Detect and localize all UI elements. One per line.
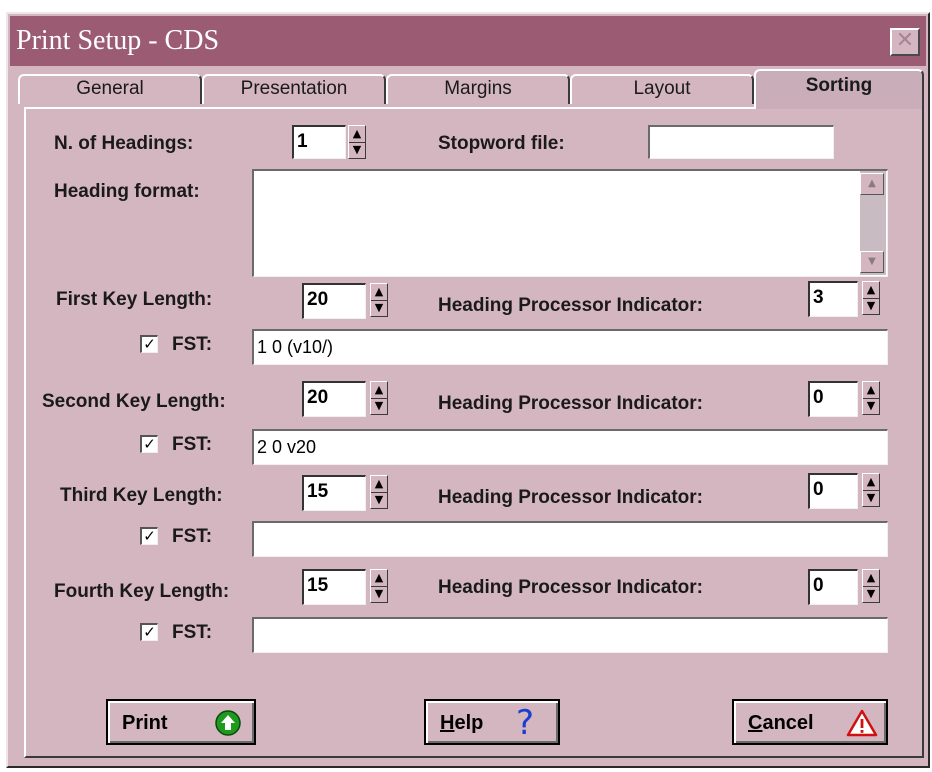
third-key-indicator-input[interactable]: 0 <box>808 473 858 509</box>
third-key-indicator-spinner[interactable]: ▲ ▼ <box>862 473 880 507</box>
close-icon: ✕ <box>895 28 915 53</box>
spin-up-icon[interactable]: ▲ <box>863 474 879 491</box>
spin-down-icon[interactable]: ▼ <box>371 492 387 508</box>
third-key-indicator-label: Heading Processor Indicator: <box>438 487 704 508</box>
help-button-label: Help <box>440 712 483 735</box>
third-key-fst-checkbox[interactable]: ✓ <box>140 527 158 545</box>
sorting-panel: N. of Headings: 1 ▲ ▼ Stopword file: Hea… <box>24 107 924 758</box>
second-key-length-spinner[interactable]: ▲ ▼ <box>370 381 388 415</box>
headings-count-label: N. of Headings: <box>54 133 194 154</box>
stopword-input[interactable] <box>648 125 834 159</box>
tab-label: Layout <box>633 78 691 99</box>
close-button[interactable]: ✕ <box>890 28 920 56</box>
fourth-key-indicator-input[interactable]: 0 <box>808 569 858 605</box>
tab-presentation[interactable]: Presentation <box>202 74 386 104</box>
spin-up-icon[interactable]: ▲ <box>371 284 387 301</box>
spin-down-icon[interactable]: ▼ <box>371 398 387 414</box>
spin-up-icon[interactable]: ▲ <box>349 126 365 143</box>
warning-triangle-icon <box>846 709 878 737</box>
spin-up-icon[interactable]: ▲ <box>863 570 879 587</box>
stopword-label: Stopword file: <box>438 133 565 154</box>
spin-up-icon[interactable]: ▲ <box>863 382 879 399</box>
cancel-button[interactable]: Cancel <box>732 699 888 745</box>
third-key-length-spinner[interactable]: ▲ ▼ <box>370 475 388 509</box>
title-bar: Print Setup - CDS ✕ <box>10 16 926 66</box>
tab-label: Sorting <box>805 75 873 96</box>
first-key-fst-checkbox[interactable]: ✓ <box>140 335 158 353</box>
fourth-key-length-spinner[interactable]: ▲ ▼ <box>370 569 388 603</box>
headings-count-spinner[interactable]: ▲ ▼ <box>348 125 366 159</box>
first-key-indicator-input[interactable]: 3 <box>808 281 858 317</box>
second-key-fst-checkbox[interactable]: ✓ <box>140 435 158 453</box>
tab-general[interactable]: General <box>18 74 202 104</box>
spin-down-icon[interactable]: ▼ <box>863 298 879 314</box>
print-button-label: Print <box>122 712 168 734</box>
second-key-fst-label: FST: <box>172 434 213 455</box>
tab-layout[interactable]: Layout <box>570 74 754 104</box>
first-key-length-label: First Key Length: <box>56 289 213 310</box>
headings-count-input[interactable]: 1 <box>292 125 346 159</box>
first-key-length-spinner[interactable]: ▲ ▼ <box>370 283 388 317</box>
window-title: Print Setup - CDS <box>16 25 220 56</box>
print-button[interactable]: Print <box>106 699 256 745</box>
spin-down-icon[interactable]: ▼ <box>349 142 365 158</box>
tab-sorting[interactable]: Sorting <box>754 69 924 109</box>
heading-format-scrollbar[interactable]: ▲ ▼ <box>860 171 886 275</box>
second-key-indicator-label: Heading Processor Indicator: <box>438 393 704 414</box>
heading-format-textarea[interactable]: ▲ ▼ <box>252 169 888 277</box>
spin-up-icon[interactable]: ▲ <box>371 476 387 493</box>
third-key-length-input[interactable]: 15 <box>302 475 366 511</box>
tab-label: General <box>76 78 144 99</box>
fourth-key-fst-label: FST: <box>172 622 213 643</box>
fourth-key-indicator-label: Heading Processor Indicator: <box>438 577 704 598</box>
cancel-label-rest: ancel <box>762 712 814 734</box>
help-mnemonic: H <box>440 712 455 734</box>
spin-down-icon[interactable]: ▼ <box>371 586 387 602</box>
fourth-key-indicator-spinner[interactable]: ▲ ▼ <box>862 569 880 603</box>
spin-up-icon[interactable]: ▲ <box>371 570 387 587</box>
tab-label: Margins <box>444 78 512 99</box>
spin-down-icon[interactable]: ▼ <box>863 490 879 506</box>
cancel-button-label: Cancel <box>748 712 814 735</box>
green-up-arrow-icon <box>215 710 241 736</box>
spin-down-icon[interactable]: ▼ <box>863 398 879 414</box>
fourth-key-fst-input[interactable] <box>252 617 888 653</box>
fourth-key-fst-checkbox[interactable]: ✓ <box>140 623 158 641</box>
print-setup-dialog: Print Setup - CDS ✕ General Presentation… <box>6 12 930 768</box>
scroll-up-icon[interactable]: ▲ <box>860 173 884 195</box>
second-key-indicator-spinner[interactable]: ▲ ▼ <box>862 381 880 415</box>
question-mark-icon: ? <box>516 703 535 743</box>
second-key-length-label: Second Key Length: <box>42 391 226 412</box>
spin-up-icon[interactable]: ▲ <box>371 382 387 399</box>
third-key-fst-label: FST: <box>172 526 213 547</box>
help-label-rest: elp <box>454 712 484 734</box>
first-key-fst-label: FST: <box>172 334 213 355</box>
spin-down-icon[interactable]: ▼ <box>371 300 387 316</box>
second-key-fst-input[interactable]: 2 0 v20 <box>252 429 888 465</box>
scroll-down-icon[interactable]: ▼ <box>860 251 884 273</box>
second-key-length-input[interactable]: 20 <box>302 381 366 417</box>
heading-format-label: Heading format: <box>54 181 200 202</box>
third-key-length-label: Third Key Length: <box>60 485 223 506</box>
fourth-key-length-label: Fourth Key Length: <box>54 581 230 602</box>
help-button[interactable]: Help ? <box>424 699 560 745</box>
third-key-fst-input[interactable] <box>252 521 888 557</box>
tab-label: Presentation <box>240 78 348 99</box>
first-key-indicator-label: Heading Processor Indicator: <box>438 295 704 316</box>
tab-margins[interactable]: Margins <box>386 74 570 104</box>
cancel-mnemonic: C <box>748 712 763 734</box>
first-key-length-input[interactable]: 20 <box>302 283 366 319</box>
first-key-indicator-spinner[interactable]: ▲ ▼ <box>862 281 880 315</box>
first-key-fst-input[interactable]: 1 0 (v10/) <box>252 329 888 365</box>
spin-down-icon[interactable]: ▼ <box>863 586 879 602</box>
spin-up-icon[interactable]: ▲ <box>863 282 879 299</box>
second-key-indicator-input[interactable]: 0 <box>808 381 858 417</box>
fourth-key-length-input[interactable]: 15 <box>302 569 366 605</box>
